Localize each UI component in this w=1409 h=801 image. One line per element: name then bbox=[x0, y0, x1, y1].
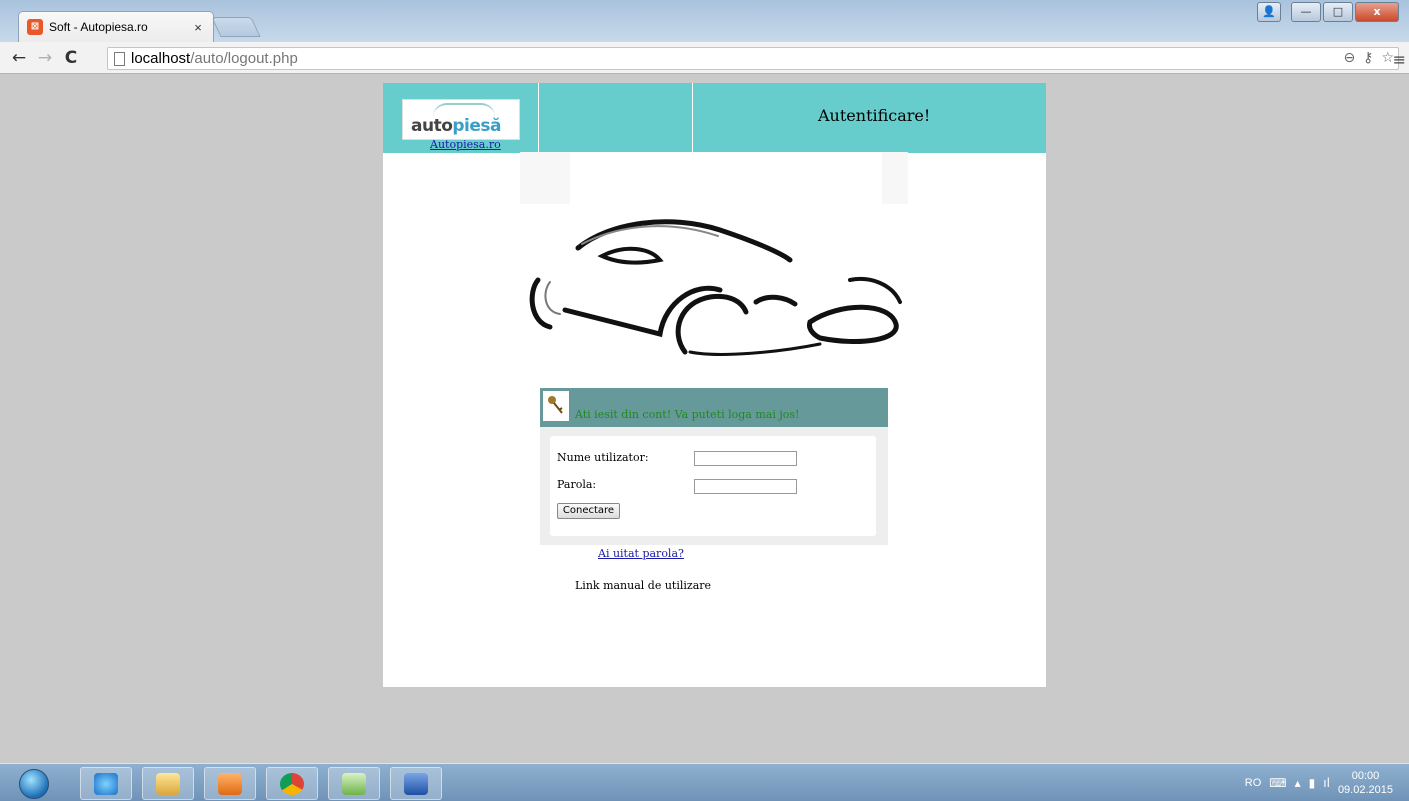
zoom-icon[interactable]: ⊖ bbox=[1343, 50, 1355, 66]
forward-arrow-icon[interactable]: → bbox=[32, 48, 58, 68]
username-label: Nume utilizator: bbox=[557, 451, 649, 464]
url-host: localhost bbox=[131, 50, 191, 67]
logo-car-outline bbox=[433, 103, 495, 117]
close-window-button[interactable]: x bbox=[1355, 2, 1399, 22]
car-illustration bbox=[520, 152, 908, 364]
logo-text-main: auto bbox=[411, 116, 453, 136]
login-button[interactable]: Conectare bbox=[557, 503, 620, 519]
logout-message: Ati iesit din cont! Va puteti loga mai j… bbox=[575, 408, 800, 421]
reload-icon[interactable]: C bbox=[58, 48, 84, 68]
browser-toolbar: ← → C localhost /auto/logout.php ⊖ ⚷ ☆ ≡ bbox=[0, 42, 1409, 74]
taskbar-media-button[interactable] bbox=[204, 767, 256, 800]
site-logo[interactable]: autopiesă bbox=[402, 99, 520, 140]
logo-text: autopiesă bbox=[411, 116, 502, 136]
home-link[interactable]: Autopiesa.ro bbox=[430, 138, 501, 151]
login-form-panel: Nume utilizator: Parola: Conectare bbox=[540, 427, 888, 545]
tab-title: Soft - Autopiesa.ro bbox=[49, 20, 148, 34]
car-sketch-icon bbox=[529, 219, 902, 356]
key-icon[interactable]: ⚷ bbox=[1363, 50, 1373, 66]
page-container: autopiesă Autopiesa.ro Autentificare! At… bbox=[383, 83, 1046, 687]
forgot-password-link[interactable]: Ai uitat parola? bbox=[598, 547, 684, 560]
logo-text-accent: piesă bbox=[452, 116, 502, 136]
show-hidden-icons-icon[interactable]: ▴ bbox=[1295, 776, 1301, 790]
browser-titlebar: ⊠ Soft - Autopiesa.ro × 👤 — □ x bbox=[0, 0, 1409, 42]
taskbar-notepad-button[interactable] bbox=[328, 767, 380, 800]
media-player-icon bbox=[218, 773, 242, 795]
header-logo-cell: autopiesă Autopiesa.ro bbox=[383, 83, 539, 153]
password-label: Parola: bbox=[557, 478, 597, 491]
header-empty-cell bbox=[539, 83, 693, 153]
url-path: /auto/logout.php bbox=[190, 50, 298, 67]
page-icon bbox=[114, 51, 125, 66]
taskbar-explorer-button[interactable] bbox=[142, 767, 194, 800]
address-bar[interactable]: localhost /auto/logout.php ⊖ ⚷ ☆ bbox=[107, 47, 1399, 70]
header-title-cell: Autentificare! bbox=[693, 83, 1046, 153]
key-icon bbox=[548, 396, 563, 414]
username-input[interactable] bbox=[694, 451, 797, 466]
new-tab-button[interactable] bbox=[211, 17, 261, 37]
clock-date: 09.02.2015 bbox=[1337, 784, 1393, 796]
clock[interactable]: 00:00 09.02.2015 bbox=[1338, 769, 1393, 797]
language-indicator[interactable]: RO bbox=[1245, 777, 1262, 789]
folder-icon bbox=[156, 773, 180, 795]
header-row: autopiesă Autopiesa.ro Autentificare! bbox=[383, 83, 1046, 153]
tab-close-icon[interactable]: × bbox=[191, 20, 205, 35]
chrome-icon bbox=[280, 773, 304, 795]
clock-time: 00:00 bbox=[1351, 770, 1380, 782]
notepad-plus-icon bbox=[342, 773, 366, 795]
signal-icon[interactable]: ıl bbox=[1323, 776, 1330, 790]
keyboard-icon[interactable]: ⌨ bbox=[1269, 776, 1286, 790]
key-icon-box bbox=[543, 391, 569, 421]
system-tray: RO ⌨ ▴ ▮ ıl 00:00 09.02.2015 bbox=[1245, 764, 1409, 801]
taskbar-chrome-button[interactable] bbox=[266, 767, 318, 800]
site-favicon-icon: ⊠ bbox=[27, 19, 43, 35]
omnibox-actions: ⊖ ⚷ ☆ bbox=[1343, 50, 1394, 66]
browser-tab[interactable]: ⊠ Soft - Autopiesa.ro × bbox=[18, 11, 214, 42]
page-title: Autentificare! bbox=[818, 106, 931, 125]
menu-icon[interactable]: ≡ bbox=[1393, 50, 1406, 69]
minimize-button[interactable]: — bbox=[1291, 2, 1321, 22]
start-button[interactable] bbox=[19, 769, 49, 799]
password-input[interactable] bbox=[694, 479, 797, 494]
back-arrow-icon[interactable]: ← bbox=[6, 48, 32, 68]
windows-taskbar: RO ⌨ ▴ ▮ ıl 00:00 09.02.2015 bbox=[0, 763, 1409, 801]
window-controls: 👤 — □ x bbox=[1257, 2, 1399, 22]
internet-explorer-icon bbox=[94, 773, 118, 795]
login-form: Nume utilizator: Parola: Conectare bbox=[550, 436, 876, 536]
word-icon bbox=[404, 773, 428, 795]
network-icon[interactable]: ▮ bbox=[1309, 776, 1316, 790]
user-profile-icon[interactable]: 👤 bbox=[1257, 2, 1281, 22]
status-message-bar: Ati iesit din cont! Va puteti loga mai j… bbox=[540, 388, 888, 427]
maximize-button[interactable]: □ bbox=[1323, 2, 1353, 22]
manual-link[interactable]: Link manual de utilizare bbox=[575, 579, 711, 592]
taskbar-word-button[interactable] bbox=[390, 767, 442, 800]
taskbar-ie-button[interactable] bbox=[80, 767, 132, 800]
